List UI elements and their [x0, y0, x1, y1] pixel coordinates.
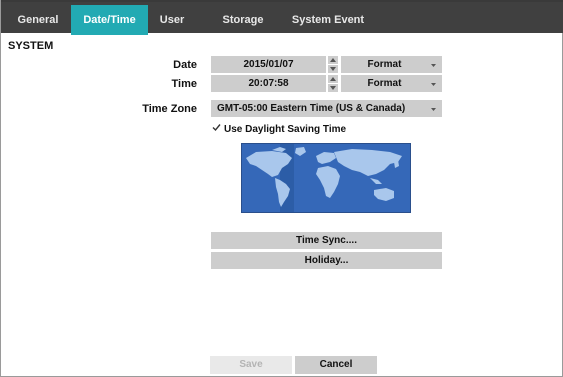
- checkmark-icon: [212, 123, 222, 137]
- time-spinner[interactable]: [328, 75, 338, 92]
- arrow-down-icon: [330, 67, 336, 71]
- time-increment-button[interactable]: [328, 75, 338, 83]
- date-label: Date: [173, 59, 197, 71]
- time-label: Time: [171, 78, 197, 90]
- time-format-dropdown[interactable]: Format: [341, 75, 442, 92]
- time-zone-dropdown[interactable]: GMT-05:00 Eastern Time (US & Canada): [211, 100, 442, 117]
- world-map[interactable]: [241, 143, 411, 213]
- save-button[interactable]: Save: [210, 356, 292, 374]
- tab-system-event[interactable]: System Event: [285, 7, 371, 35]
- date-decrement-button[interactable]: [328, 65, 338, 73]
- chevron-down-icon: [431, 108, 436, 111]
- cancel-button[interactable]: Cancel: [295, 356, 377, 374]
- arrow-up-icon: [330, 77, 336, 81]
- tab-storage[interactable]: Storage: [211, 7, 275, 35]
- date-field[interactable]: 2015/01/07: [211, 56, 326, 73]
- arrow-down-icon: [330, 86, 336, 90]
- time-sync-button[interactable]: Time Sync....: [211, 232, 442, 249]
- time-field[interactable]: 20:07:58: [211, 75, 326, 92]
- date-increment-button[interactable]: [328, 56, 338, 64]
- window-frame: General Date/Time User Storage System Ev…: [0, 0, 563, 377]
- time-format-label: Format: [367, 78, 402, 89]
- date-format-dropdown[interactable]: Format: [341, 56, 442, 73]
- time-decrement-button[interactable]: [328, 84, 338, 92]
- dst-label: Use Daylight Saving Time: [224, 124, 347, 135]
- world-map-icon: [242, 144, 410, 212]
- section-title: SYSTEM: [8, 40, 54, 52]
- time-zone-value: GMT-05:00 Eastern Time (US & Canada): [217, 103, 406, 114]
- tab-user[interactable]: User: [150, 7, 194, 35]
- date-spinner[interactable]: [328, 56, 338, 73]
- chevron-down-icon: [431, 64, 436, 67]
- dst-checkbox[interactable]: Use Daylight Saving Time: [212, 123, 346, 137]
- tab-general[interactable]: General: [7, 7, 69, 35]
- arrow-up-icon: [330, 58, 336, 62]
- chevron-down-icon: [431, 83, 436, 86]
- holiday-button[interactable]: Holiday...: [211, 252, 442, 269]
- date-format-label: Format: [367, 59, 402, 70]
- tab-bar: General Date/Time User Storage System Ev…: [1, 0, 563, 35]
- tab-date-time[interactable]: Date/Time: [71, 5, 148, 35]
- time-zone-label: Time Zone: [142, 103, 197, 115]
